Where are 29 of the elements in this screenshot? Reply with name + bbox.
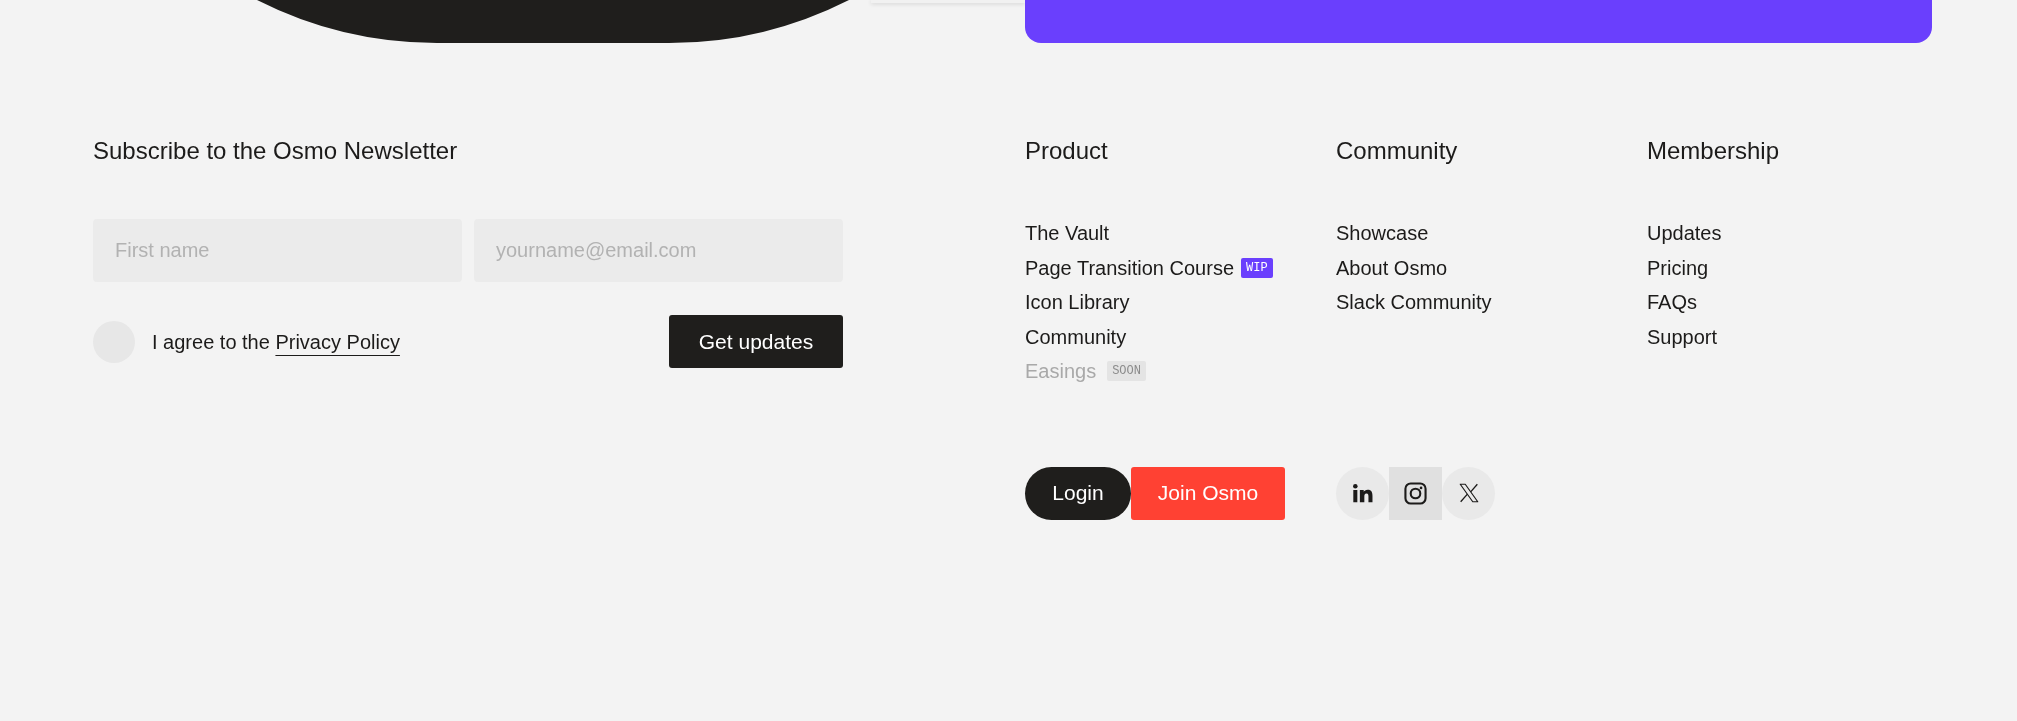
privacy-policy-link[interactable]: Privacy Policy: [275, 330, 400, 353]
linkedin-icon: [1352, 482, 1373, 504]
get-updates-button[interactable]: Get updates: [669, 315, 843, 368]
x-link[interactable]: [1442, 466, 1495, 520]
footer-link[interactable]: Community: [1025, 323, 1127, 350]
login-button[interactable]: Login: [1025, 466, 1131, 520]
linkedin-link[interactable]: [1336, 466, 1389, 520]
status-badge: WIP: [1241, 257, 1273, 278]
x-logo-icon: [1458, 483, 1479, 503]
footer-link[interactable]: The Vault: [1025, 220, 1110, 247]
consent-text: I agree to the Privacy Policy: [152, 329, 400, 355]
email-field[interactable]: yourname@email.com: [474, 219, 843, 282]
footer-link[interactable]: Icon Library: [1025, 289, 1130, 316]
footer-link[interactable]: Support: [1647, 323, 1718, 350]
newsletter-title: Subscribe to the Osmo Newsletter: [93, 136, 459, 165]
first-name-field[interactable]: First name: [93, 219, 462, 282]
column-heading: Community: [1336, 136, 1459, 165]
footer-link[interactable]: Page Transition Course: [1025, 254, 1234, 281]
footer-link[interactable]: Showcase: [1336, 220, 1429, 247]
column-heading: Product: [1025, 136, 1109, 165]
footer-link[interactable]: Pricing: [1647, 254, 1709, 281]
status-badge: SOON: [1107, 361, 1146, 382]
footer-link[interactable]: Updates: [1647, 220, 1722, 247]
footer-link[interactable]: FAQs: [1647, 289, 1697, 316]
column-heading: Membership: [1647, 136, 1781, 165]
footer-link[interactable]: About Osmo: [1336, 254, 1448, 281]
instagram-link[interactable]: [1389, 466, 1442, 520]
footer-link[interactable]: Slack Community: [1336, 289, 1492, 316]
instagram-icon: [1404, 481, 1427, 505]
